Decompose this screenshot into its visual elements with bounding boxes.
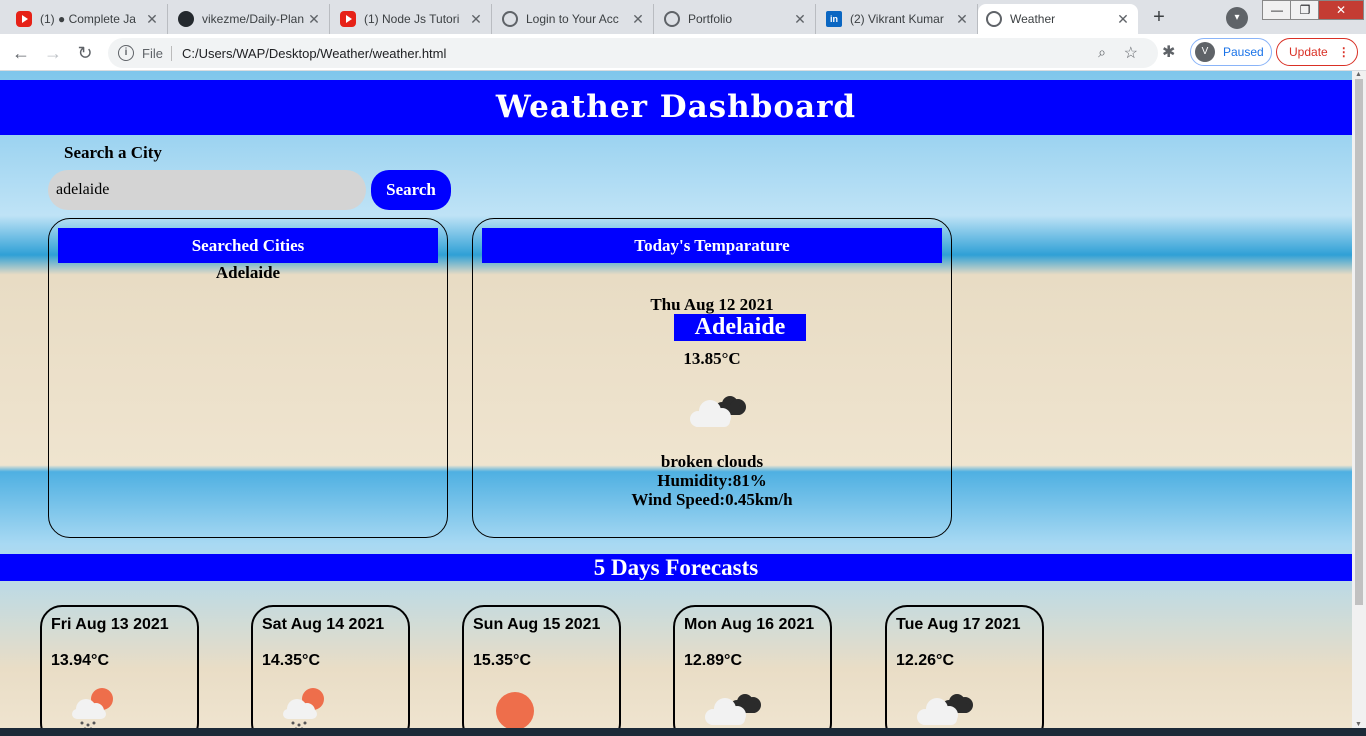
search-button[interactable]: Search bbox=[371, 170, 451, 210]
page-viewport: Weather Dashboard Search a City Search S… bbox=[0, 71, 1352, 728]
city-search-input[interactable] bbox=[48, 170, 366, 210]
more-menu-icon[interactable]: ⋮ bbox=[1338, 45, 1350, 59]
tab-weather[interactable]: Weather ✕ bbox=[978, 4, 1138, 34]
forecast-card: Sun Aug 15 2021 15.35°C bbox=[462, 605, 621, 728]
tab-youtube-node[interactable]: (1) Node Js Tutori ✕ bbox=[332, 4, 492, 34]
forecast-card: Fri Aug 13 2021 13.94°C bbox=[40, 605, 199, 728]
globe-icon bbox=[664, 11, 680, 27]
broken-clouds-icon bbox=[917, 694, 973, 725]
scrollbar-thumb[interactable] bbox=[1355, 79, 1363, 605]
today-humidity: Humidity:81% bbox=[657, 471, 767, 490]
address-url[interactable]: C:/Users/WAP/Desktop/Weather/weather.htm… bbox=[182, 46, 446, 61]
close-tab-icon[interactable]: ✕ bbox=[1116, 11, 1130, 28]
forecast-temp: 14.35°C bbox=[262, 652, 320, 669]
forecast-card: Sat Aug 14 2021 14.35°C bbox=[251, 605, 410, 728]
youtube-icon bbox=[340, 11, 356, 27]
searched-cities-panel: Searched Cities Adelaide bbox=[48, 218, 448, 538]
profile-status: Paused bbox=[1223, 45, 1264, 59]
new-tab-button[interactable]: + bbox=[1145, 5, 1173, 31]
forecast-heading: 5 Days Forecasts bbox=[0, 554, 1352, 581]
today-date: Thu Aug 12 2021 bbox=[650, 295, 774, 314]
today-wind: Wind Speed:0.45km/h bbox=[631, 490, 793, 509]
forward-icon[interactable]: → bbox=[40, 40, 66, 66]
bookmark-star-icon[interactable]: ☆ bbox=[1124, 43, 1138, 63]
forecast-temp: 12.89°C bbox=[684, 652, 742, 669]
today-city: Adelaide bbox=[674, 314, 806, 341]
forecast-date: Mon Aug 16 2021 bbox=[684, 616, 815, 633]
forecast-date: Tue Aug 17 2021 bbox=[896, 616, 1021, 633]
tab-title: Weather bbox=[1010, 12, 1056, 26]
github-icon bbox=[178, 11, 194, 27]
zoom-icon[interactable]: ⌕ bbox=[1098, 44, 1106, 61]
broken-clouds-icon bbox=[705, 694, 761, 725]
close-tab-icon[interactable]: ✕ bbox=[631, 11, 645, 28]
browser-toolbar: ← → ↻ i File C:/Users/WAP/Desktop/Weathe… bbox=[0, 34, 1366, 71]
today-temp: 13.85°C bbox=[683, 349, 741, 368]
today-panel: Today's Temparature Thu Aug 12 2021 Adel… bbox=[472, 218, 952, 538]
globe-icon bbox=[502, 11, 518, 27]
tab-youtube-javascript[interactable]: (1) ● Complete Ja ✕ bbox=[8, 4, 168, 34]
close-tab-icon[interactable]: ✕ bbox=[469, 11, 483, 28]
forecast-card: Tue Aug 17 2021 12.26°C bbox=[885, 605, 1044, 728]
scroll-down-icon[interactable]: ▼ bbox=[1355, 721, 1362, 728]
tab-title: (1) Node Js Tutori bbox=[364, 12, 460, 26]
os-taskbar bbox=[0, 728, 1366, 736]
forecast-date: Sun Aug 15 2021 bbox=[473, 616, 601, 633]
forecast-temp: 15.35°C bbox=[473, 652, 531, 669]
close-tab-icon[interactable]: ✕ bbox=[793, 11, 807, 28]
close-tab-icon[interactable]: ✕ bbox=[145, 11, 159, 28]
update-label: Update bbox=[1289, 45, 1328, 59]
reload-icon[interactable]: ↻ bbox=[72, 40, 98, 66]
info-icon[interactable]: i bbox=[118, 45, 134, 61]
close-window-button[interactable]: ✕ bbox=[1318, 0, 1364, 20]
today-description: broken clouds bbox=[660, 452, 764, 471]
address-scheme: File bbox=[142, 45, 172, 61]
globe-icon bbox=[986, 11, 1002, 27]
update-button[interactable]: Update ⋮ bbox=[1276, 38, 1358, 66]
close-tab-icon[interactable]: ✕ bbox=[307, 11, 321, 28]
sun-icon bbox=[496, 692, 534, 728]
vertical-scrollbar[interactable]: ▲ ▼ bbox=[1352, 71, 1366, 728]
tab-title: vikezme/Daily-Plan bbox=[202, 12, 305, 26]
profile-button[interactable]: V Paused bbox=[1190, 38, 1272, 66]
tab-strip: (1) ● Complete Ja ✕ vikezme/Daily-Plan ✕… bbox=[0, 0, 1366, 34]
address-bar[interactable]: i File C:/Users/WAP/Desktop/Weather/weat… bbox=[108, 38, 1158, 68]
forecast-temp: 13.94°C bbox=[51, 652, 109, 669]
forecast-date: Sat Aug 14 2021 bbox=[262, 616, 385, 633]
avatar: V bbox=[1195, 42, 1215, 62]
forecast-card: Mon Aug 16 2021 12.89°C bbox=[673, 605, 832, 728]
forecast-temp: 12.26°C bbox=[896, 652, 954, 669]
searched-cities-heading: Searched Cities bbox=[58, 228, 438, 263]
tab-github[interactable]: vikezme/Daily-Plan ✕ bbox=[170, 4, 330, 34]
tab-title: Login to Your Acc bbox=[526, 12, 619, 26]
minimize-button[interactable]: — bbox=[1262, 0, 1292, 20]
tab-portfolio[interactable]: Portfolio ✕ bbox=[656, 4, 816, 34]
close-tab-icon[interactable]: ✕ bbox=[955, 11, 969, 28]
maximize-button[interactable]: ❐ bbox=[1290, 0, 1320, 20]
back-icon[interactable]: ← bbox=[8, 40, 34, 66]
tab-linkedin[interactable]: in (2) Vikrant Kumar ✕ bbox=[818, 4, 978, 34]
rain-sun-icon bbox=[283, 688, 324, 728]
tab-search-icon[interactable]: ▾ bbox=[1226, 7, 1248, 29]
search-label: Search a City bbox=[64, 143, 162, 162]
forecast-date: Fri Aug 13 2021 bbox=[51, 616, 169, 633]
today-heading: Today's Temparature bbox=[482, 228, 942, 263]
extensions-icon[interactable]: ✱ bbox=[1162, 42, 1175, 62]
tab-title: (1) ● Complete Ja bbox=[40, 12, 136, 26]
tab-login[interactable]: Login to Your Acc ✕ bbox=[494, 4, 654, 34]
tab-title: Portfolio bbox=[688, 12, 733, 26]
searched-city-item[interactable]: Adelaide bbox=[49, 263, 447, 283]
rain-sun-icon bbox=[72, 688, 113, 728]
youtube-icon bbox=[16, 11, 32, 27]
page-title: Weather Dashboard bbox=[0, 80, 1352, 135]
linkedin-icon: in bbox=[826, 11, 842, 27]
broken-clouds-icon bbox=[690, 396, 746, 427]
tab-title: (2) Vikrant Kumar bbox=[850, 12, 944, 26]
scroll-up-icon[interactable]: ▲ bbox=[1355, 71, 1362, 78]
